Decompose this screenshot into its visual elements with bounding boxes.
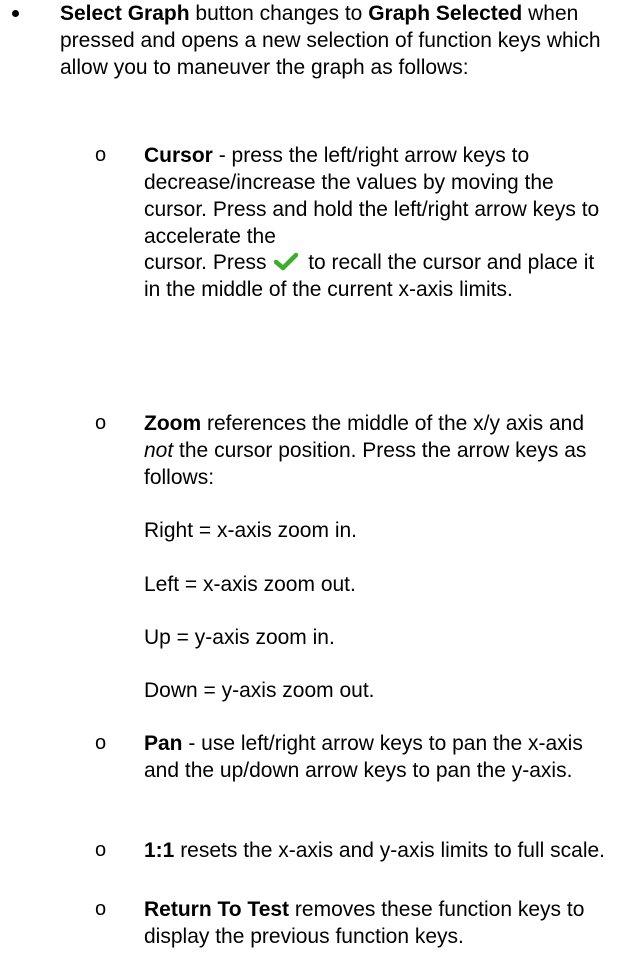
return-to-test-item: Return To Test removes these function ke… (144, 896, 614, 950)
zoom-text-a: references the middle of the x/y axis an… (201, 412, 585, 435)
one-to-one-item: 1:1 resets the x-axis and y-axis limits … (144, 837, 614, 864)
zoom-line-left: Left = x-axis zoom out. (144, 573, 356, 596)
zoom-text-b: the cursor position. Press the arrow key… (144, 439, 587, 489)
zoom-line-up: Up = y-axis zoom in. (144, 626, 335, 649)
sub-bullet-marker: o (95, 144, 107, 166)
cursor-text-b-pre: cursor. Press (144, 251, 273, 274)
pan-item: Pan - use left/right arrow keys to pan t… (144, 730, 614, 784)
zoom-italic-not: not (144, 439, 174, 462)
zoom-term: Zoom (144, 412, 202, 435)
cursor-term: Cursor (144, 144, 213, 167)
cursor-item: Cursor - press the left/right arrow keys… (144, 142, 614, 250)
cursor-item-continued: cursor. Press to recall the cursor and p… (144, 249, 614, 303)
sub-bullet-marker: o (95, 898, 107, 920)
select-graph-term: Select Graph (60, 2, 190, 25)
pan-text: - use left/right arrow keys to pan the x… (144, 732, 583, 782)
sub-bullet-marker: o (95, 839, 107, 861)
sub-bullet-marker: o (95, 732, 107, 754)
one-to-one-text: resets the x-axis and y-axis limits to f… (174, 839, 606, 862)
graph-selected-term: Graph Selected (368, 2, 523, 25)
pan-term: Pan (144, 732, 183, 755)
bullet-dot-icon (12, 10, 19, 17)
sub-bullet-marker: o (95, 412, 107, 434)
intro-text-1: button changes to (189, 2, 369, 25)
zoom-line-down: Down = y-axis zoom out. (144, 679, 375, 702)
return-to-test-term: Return To Test (144, 898, 290, 921)
green-check-icon (274, 253, 299, 271)
main-bullet-text: Select Graph button changes to Graph Sel… (60, 0, 605, 81)
zoom-item: Zoom references the middle of the x/y ax… (144, 410, 614, 491)
cursor-text-a: - press the left/right arrow keys to dec… (144, 144, 600, 248)
document-page: Select Graph button changes to Graph Sel… (0, 0, 618, 960)
zoom-line-right: Right = x-axis zoom in. (144, 519, 357, 542)
one-to-one-term: 1:1 (144, 839, 175, 862)
